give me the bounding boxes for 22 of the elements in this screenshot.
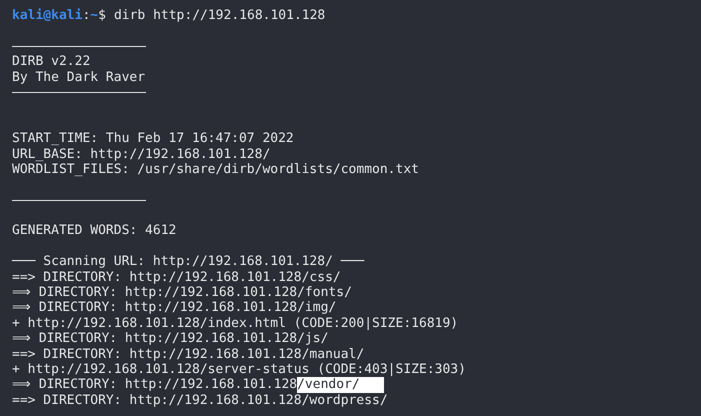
output-line: + http://192.168.101.128/index.html (CODE:200|SIZE:16819) (12, 316, 458, 332)
output-line: ⟹ DIRECTORY: http://192.168.101.128/js/ (12, 331, 328, 347)
output-line: ==> DIRECTORY: http://192.168.101.128/manual/ (12, 346, 364, 362)
output-line: DIRB v2.22 (12, 54, 90, 70)
prompt-separator: : (82, 8, 90, 24)
output-line: ⟹ DIRECTORY: http://192.168.101.128/fonts/ (12, 285, 352, 300)
output-line: ==> DIRECTORY: http://192.168.101.128/css/ (12, 270, 341, 286)
prompt-user: kali@kali (12, 8, 82, 24)
command-text: dirb http://192.168.101.128 (114, 8, 326, 24)
output-line: GENERATED WORDS: 4612 (12, 223, 176, 239)
prompt-symbol: $ (98, 8, 106, 24)
selected-text: /vendor/ (297, 377, 384, 393)
output-line: ⟹ DIRECTORY: http://192.168.101.128 (12, 377, 298, 393)
output-line: START_TIME: Thu Feb 17 16:47:07 2022 (12, 131, 294, 147)
output-line: WORDLIST_FILES: /usr/share/dirb/wordlists/common.txt (12, 162, 419, 178)
output-line: ─── Scanning URL: http://192.168.101.128/ ─── (12, 254, 364, 270)
output-line: ==> DIRECTORY: http://192.168.101.128/wordpress/ (12, 392, 388, 408)
output-line: URL_BASE: http://192.168.101.128/ (12, 146, 270, 162)
prompt-path: ~ (90, 8, 98, 24)
output-line: By The Dark Raver (12, 70, 146, 85)
output-line: ⟹ DIRECTORY: http://192.168.101.128/img/ (12, 300, 336, 316)
output-line: + http://192.168.101.128/server-status (CODE:403|SIZE:303) (12, 362, 466, 378)
